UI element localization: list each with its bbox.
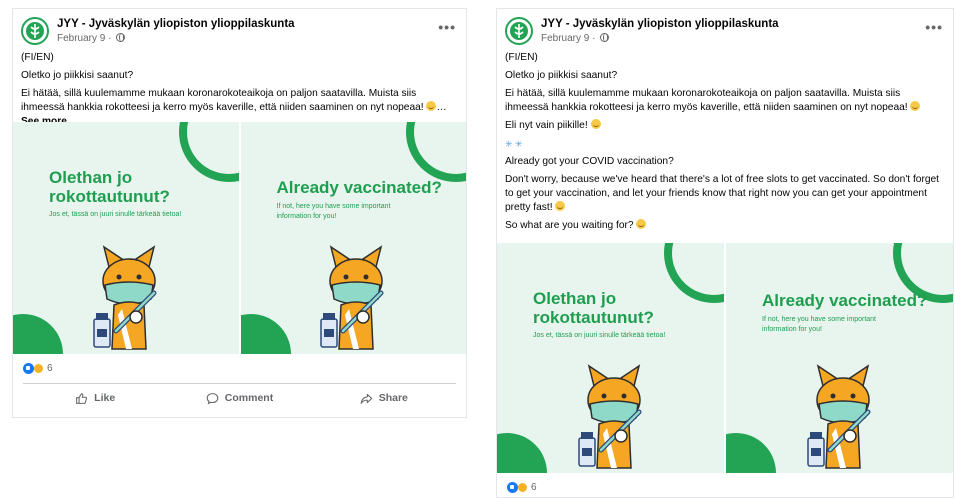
decor-arc [406,122,466,182]
post-line: (FI/EN) [505,52,538,63]
decor-blob [497,433,547,473]
mascot-cat-icon [806,364,870,469]
divider [23,383,456,384]
globe-icon [116,33,126,42]
author-name[interactable]: JYY - Jyväskylän yliopiston ylioppilasku… [57,18,295,30]
post-line: Ei hätää, sillä kuulemamme mukaan korona… [505,87,945,115]
post-line: Oletko jo piikkisi saanut? [505,70,618,81]
post-date[interactable]: February 9 · [541,33,610,44]
like-button[interactable]: Like [23,387,167,409]
more-options-icon[interactable]: ••• [925,19,943,35]
comment-button[interactable]: Comment [167,387,311,409]
reaction-summary[interactable]: 6 [23,363,53,374]
panel-subtitle-line: If not, here you have some important [762,316,877,323]
jyy-logo-icon[interactable] [21,17,49,45]
post-line-text: So what are you waiting for? [505,220,634,231]
post-image[interactable]: Olethan jo rokottautunut? Jos et, tässä … [497,243,953,473]
like-reaction-icon [23,363,34,374]
share-icon [360,393,373,404]
post-line: Don't worry, because we've heard that th… [505,173,945,215]
ellipsis: … [436,102,447,113]
post-image[interactable]: Olethan jo rokottautunut? Jos et, tässä … [13,122,466,354]
post-line-text: Don't worry, because we've heard that th… [505,174,940,213]
panel-subtitle: If not, here you have some important inf… [762,315,876,335]
decor-arc [664,243,724,303]
image-panel-finnish: Olethan jo rokottautunut? Jos et, tässä … [13,122,239,354]
decor-blob [726,433,776,473]
share-button[interactable]: Share [312,387,456,409]
post-line-text: Eli nyt vain piikille! [505,120,588,131]
more-options-icon[interactable]: ••• [438,19,456,35]
author-name[interactable]: JYY - Jyväskylän yliopiston ylioppilasku… [541,18,779,30]
care-reaction-icon [517,482,528,493]
panel-title: Already vaccinated? [762,291,928,310]
post-text: (FI/EN) Oletko jo piikkisi saanut? Ei hä… [505,51,945,237]
post-line: So what are you waiting for? [505,219,945,233]
like-reaction-icon [507,482,518,493]
jyy-logo-icon[interactable] [505,17,533,45]
mascot-cat-icon [93,245,157,350]
post-header: JYY - Jyväskylän yliopiston ylioppilasku… [505,15,945,49]
post-date[interactable]: February 9 · [57,33,126,44]
panel-title: Olethan jo rokottautunut? [49,168,170,206]
thumbs-up-icon [76,392,88,404]
decor-blob [13,314,63,354]
sparkle-icon: ✳ ✳ [505,139,523,149]
post-date-text: February 9 · [57,33,112,44]
like-label: Like [94,392,116,404]
comment-label: Comment [224,392,274,404]
post-line: Already got your COVID vaccination? [505,156,674,167]
smiling-emoji-icon [555,201,566,211]
winking-emoji-icon [590,119,601,129]
sparkle-line: ✳ ✳ [505,137,945,151]
panel-title: Olethan jo rokottautunut? [533,289,654,327]
post-line-text: Ei hätää, sillä kuulemamme mukaan korona… [505,88,908,113]
panel-title-line: rokottautunut? [49,187,170,206]
globe-icon [600,33,610,42]
smiling-emoji-icon [910,101,921,111]
post-line: Eli nyt vain piikille! [505,119,945,133]
post-text: (FI/EN) Oletko jo piikkisi saanut? Ei hä… [21,51,458,133]
decor-blob [240,314,291,354]
post-line: (FI/EN) [21,52,54,63]
share-label: Share [378,392,408,404]
winking-emoji-icon [636,219,647,229]
image-panel-english: Already vaccinated? If not, here you hav… [726,243,953,473]
reaction-count: 6 [531,482,537,493]
post-line: Oletko jo piikkisi saanut? [21,70,134,81]
post-header: JYY - Jyväskylän yliopiston ylioppilasku… [21,15,458,49]
decor-arc [178,122,239,182]
image-panel-english: Already vaccinated? If not, here you hav… [240,122,466,354]
mascot-cat-icon [577,364,641,469]
post-line-text: Ei hätää, sillä kuulemamme mukaan korona… [21,88,424,113]
comment-icon [206,392,219,404]
panel-title-line: Olethan jo [533,289,617,308]
post-card-left: JYY - Jyväskylän yliopiston ylioppilasku… [12,8,467,418]
reaction-count: 6 [47,363,53,374]
post-date-text: February 9 · [541,33,596,44]
smiling-emoji-icon [426,101,437,111]
panel-title-line: Olethan jo [49,168,133,187]
action-bar: Like Comment Share [23,387,456,409]
mascot-cat-icon [320,245,384,350]
panel-title-line: rokottautunut? [533,308,654,327]
post-card-right: JYY - Jyväskylän yliopiston ylioppilasku… [496,8,954,498]
panel-title: Already vaccinated? [276,178,442,197]
panel-subtitle-line: If not, here you have some important [276,203,391,210]
panel-subtitle-line: information for you! [762,326,822,333]
image-panel-finnish: Olethan jo rokottautunut? Jos et, tässä … [497,243,724,473]
care-reaction-icon [33,363,44,374]
reaction-summary[interactable]: 6 [507,482,537,493]
